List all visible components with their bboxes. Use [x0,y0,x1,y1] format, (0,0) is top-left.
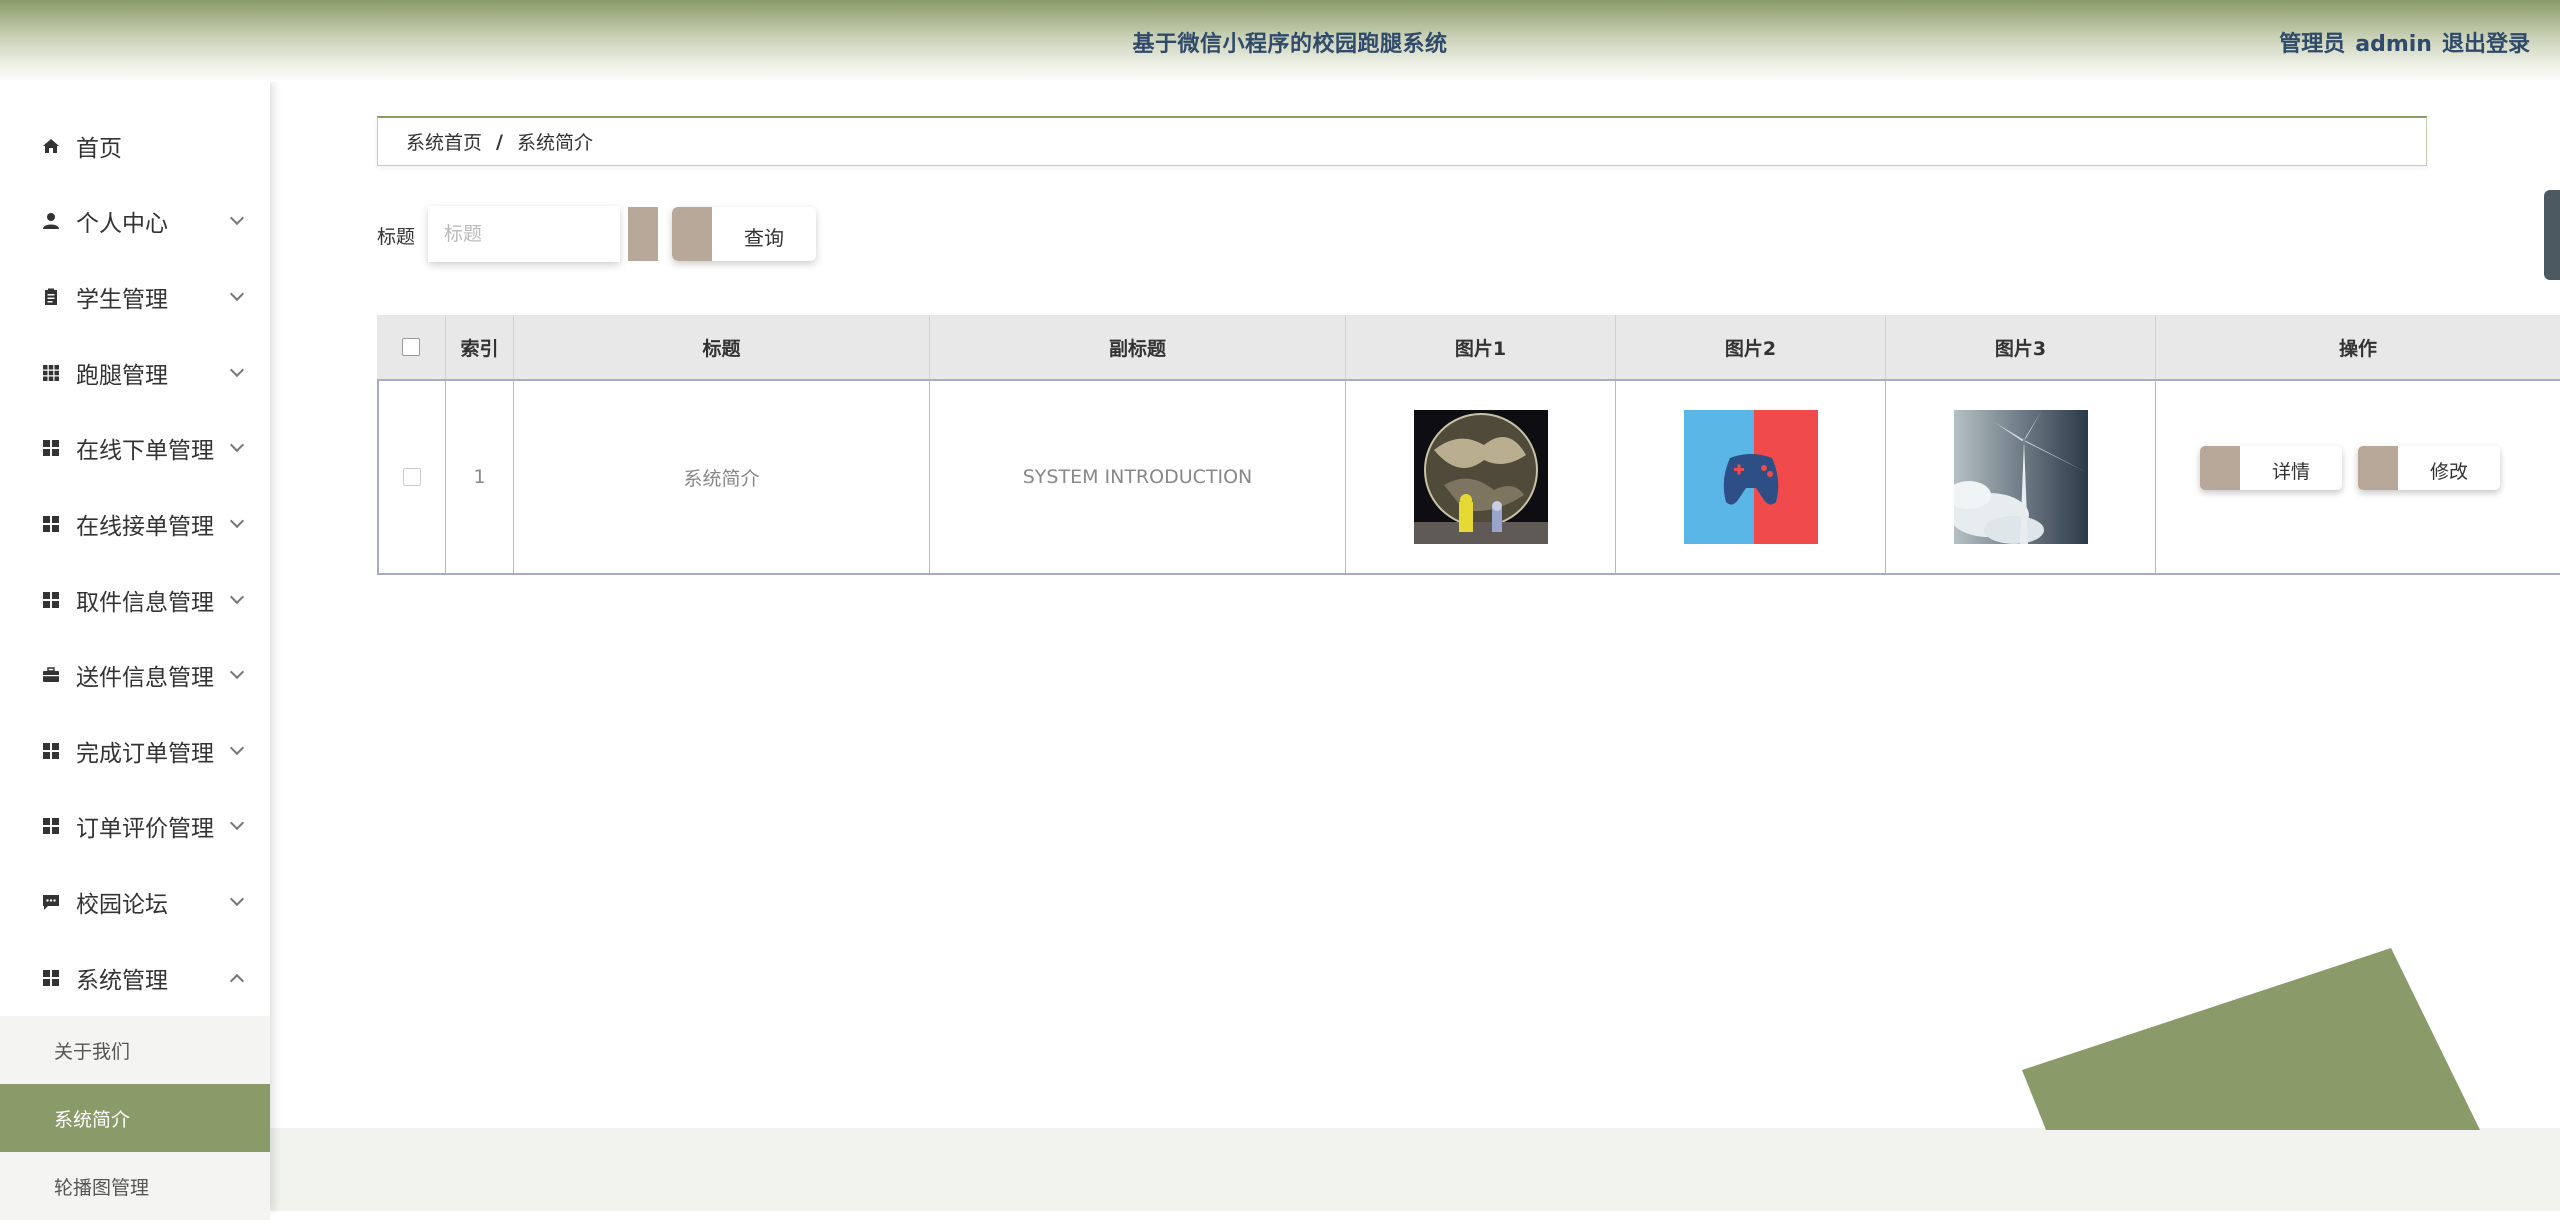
breadcrumb-home[interactable]: 系统首页 [406,128,482,155]
sidebar-subitem-system-intro[interactable]: 系统简介 [0,1084,270,1152]
chevron-down-icon [229,437,245,453]
sidebar-item-home[interactable]: 首页 [0,118,270,174]
header-pic2[interactable]: 图片2 [1615,315,1885,379]
sidebar-item-pickup-info[interactable]: 取件信息管理 [0,572,270,628]
sidebar-item-label: 学生管理 [76,287,168,313]
row-subtitle: SYSTEM INTRODUCTION [929,381,1345,573]
breadcrumb-separator: / [496,130,503,153]
header-pic3[interactable]: 图片3 [1885,315,2155,379]
chevron-down-icon [229,362,245,378]
breadcrumb-current: 系统简介 [516,132,593,154]
decorative-polygon [2022,948,2480,1130]
table-body: 1 系统简介 SYSTEM INTRODUCTION 详情 修改 [377,379,2560,575]
sidebar-item-order-reviews[interactable]: 订单评价管理 [0,798,270,854]
sidebar-item-label: 订单评价管理 [76,816,214,842]
row-checkbox[interactable] [403,468,421,486]
button-accent [2200,446,2240,490]
wind-turbine-thumbnail[interactable] [1953,410,2088,544]
row-pic2-cell [1615,381,1885,573]
row-select [377,381,445,573]
sidebar-item-online-orders[interactable]: 在线下单管理 [0,420,270,476]
grid4-icon [40,967,62,989]
sidebar-item-delivery-info[interactable]: 送件信息管理 [0,647,270,703]
sidebar-item-label: 系统管理 [76,968,168,994]
header-pic1[interactable]: 图片1 [1345,315,1615,379]
row-pic3-cell [1885,381,2155,573]
table-header: 索引 标题 副标题 图片1 图片2 图片3 操作 [377,315,2560,379]
logout-link[interactable]: 退出登录 [2442,32,2530,57]
button-accent [672,207,712,261]
detail-button[interactable]: 详情 [2200,446,2342,490]
row-index: 1 [445,381,513,573]
grid4-icon [40,815,62,837]
username: admin [2355,32,2432,57]
sidebar: 首页 个人中心 学生管理 跑腿管理 在线下单管理 在线接单管理 取件信息管理 送… [0,82,270,1220]
chevron-down-icon [229,664,245,680]
sidebar-item-forum[interactable]: 校园论坛 [0,874,270,930]
header-index[interactable]: 索引 [445,315,513,379]
detail-button-label: 详情 [2271,461,2310,483]
header-subtitle[interactable]: 副标题 [929,315,1345,379]
clipboard-icon [40,286,62,308]
select-all-checkbox[interactable] [402,338,420,356]
query-button-label: 查询 [744,226,784,250]
sidebar-item-label: 取件信息管理 [76,590,214,616]
query-button[interactable]: 查询 [672,207,816,261]
chevron-down-icon [229,589,245,605]
briefcase-icon [40,664,62,686]
side-scroll-handle[interactable] [2544,190,2560,280]
sidebar-item-label: 首页 [76,136,122,162]
row-pic1-cell [1345,381,1615,573]
home-icon [40,135,62,157]
chevron-down-icon [229,210,245,226]
sidebar-item-label: 完成订单管理 [76,741,214,767]
sidebar-item-personal-center[interactable]: 个人中心 [0,193,270,249]
button-accent [2358,446,2398,490]
grid9-icon [40,362,62,384]
search-label: 标题 [377,226,416,248]
edit-button-label: 修改 [2429,461,2468,483]
chevron-down-icon [229,286,245,302]
edit-button[interactable]: 修改 [2358,446,2500,490]
header-title[interactable]: 标题 [513,315,929,379]
sidebar-item-label: 送件信息管理 [76,665,214,691]
top-header: 基于微信小程序的校园跑腿系统 管理员 admin 退出登录 [0,0,2560,82]
row-title: 系统简介 [513,381,929,573]
footer-band [270,1128,2560,1211]
row-actions-cell: 详情 修改 [2155,381,2560,573]
chat-icon [40,891,62,913]
sidebar-item-errands[interactable]: 跑腿管理 [0,345,270,401]
sidebar-item-online-accept[interactable]: 在线接单管理 [0,496,270,552]
grid4-icon [40,513,62,535]
chevron-down-icon [229,891,245,907]
grid4-icon [40,740,62,762]
breadcrumb: 系统首页 / 系统简介 [377,116,2427,166]
sidebar-item-label: 校园论坛 [76,892,168,918]
input-accent-bar [628,207,658,261]
title-search-input[interactable] [428,206,620,262]
gamepad-thumbnail[interactable] [1683,410,1818,544]
header-select-all [377,315,445,379]
chevron-down-icon [229,815,245,831]
sidebar-item-label: 跑腿管理 [76,363,168,389]
sidebar-item-students[interactable]: 学生管理 [0,269,270,325]
user-role: 管理员 [2279,32,2346,57]
sidebar-item-label: 在线接单管理 [76,514,214,540]
chevron-down-icon [229,740,245,756]
app-title: 基于微信小程序的校园跑腿系统 [1132,32,1448,57]
sidebar-item-label: 个人中心 [76,211,168,237]
chevron-down-icon [229,513,245,529]
grid4-icon [40,437,62,459]
sidebar-item-label: 在线下单管理 [76,438,214,464]
grid4-icon [40,589,62,611]
earth-thumbnail[interactable] [1413,410,1548,544]
person-icon [40,210,62,232]
sidebar-item-system[interactable]: 系统管理 [0,950,270,1006]
user-area: 管理员 admin 退出登录 [2269,26,2530,58]
header-actions: 操作 [2155,315,2560,379]
sidebar-subitem-about-us[interactable]: 关于我们 [0,1016,270,1084]
sidebar-subitem-carousel[interactable]: 轮播图管理 [0,1152,270,1220]
sidebar-item-completed-orders[interactable]: 完成订单管理 [0,723,270,779]
chevron-up-icon [229,973,245,989]
